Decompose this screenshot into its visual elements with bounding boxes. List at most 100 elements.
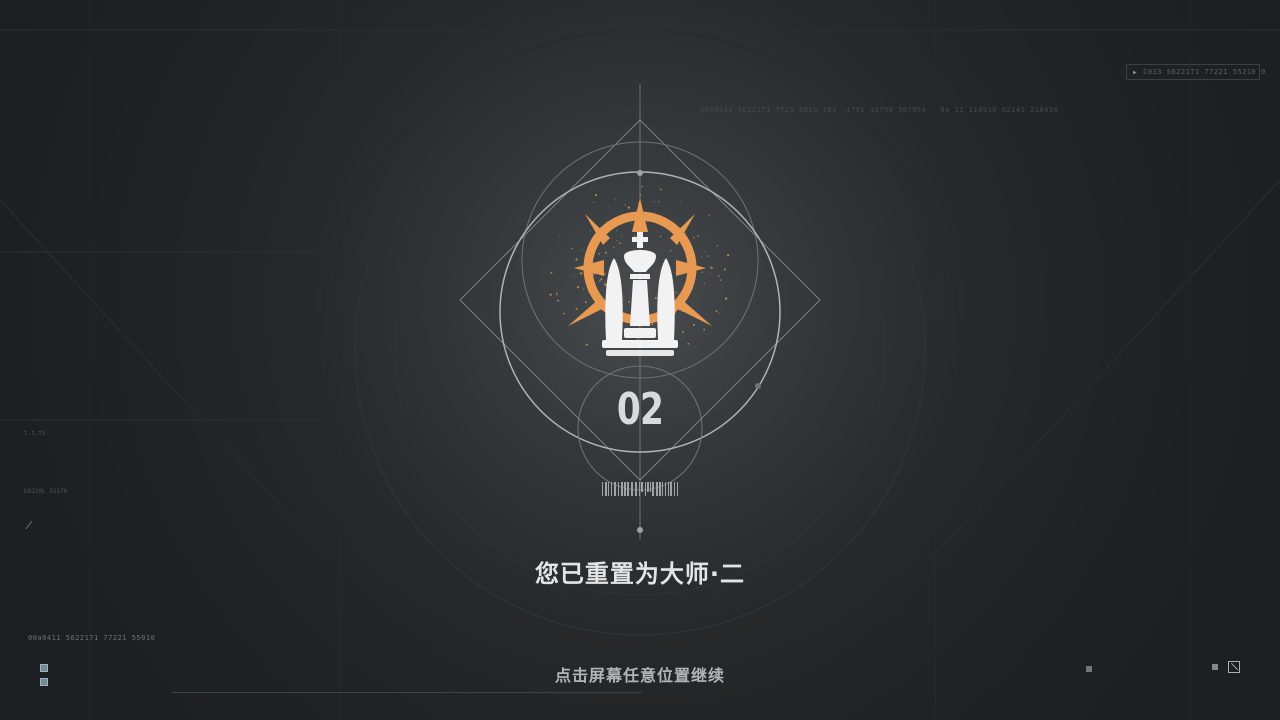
- barcode-bar: [631, 482, 633, 496]
- barcode-bar: [645, 482, 646, 496]
- sparkle-dot: [677, 243, 679, 245]
- sparkle-dot: [624, 204, 626, 206]
- sparkle-dot: [620, 235, 622, 237]
- small-square-icon: [1212, 664, 1218, 670]
- status-square-icon: [40, 678, 48, 686]
- sparkle-dot: [716, 245, 719, 247]
- sparkle-dot: [719, 279, 722, 281]
- sparkle-dot: [600, 278, 603, 281]
- sparkle-dot: [619, 242, 621, 244]
- barcode-bar: [652, 482, 654, 496]
- sparkle-dot: [718, 275, 720, 277]
- sparkle-dot: [604, 272, 606, 274]
- sparkle-dot: [557, 299, 560, 302]
- sparkle-dot: [701, 271, 703, 273]
- sparkle-dot: [572, 275, 574, 277]
- barcode-bar: [618, 482, 619, 496]
- status-square-icon: [40, 664, 48, 672]
- sparkle-dot: [654, 297, 657, 300]
- barcode-bar: [656, 482, 658, 496]
- reset-result-screen[interactable]: 02 您已重置为大师·二 点击屏幕任意位置继续 0000411 5622171 …: [0, 0, 1280, 720]
- sparkle-dot: [585, 343, 588, 346]
- sparkle-dot: [692, 323, 695, 326]
- sparkle-dot: [556, 291, 558, 293]
- sparkle-dot: [606, 221, 608, 223]
- sparkle-dot: [718, 312, 720, 314]
- sparkle-dot: [712, 267, 714, 269]
- sparkle-dot: [634, 235, 636, 237]
- sparkle-dot: [703, 328, 706, 331]
- barcode-bar: [659, 482, 661, 496]
- top-right-code-text: C033 5622171 77221 55210 0: [1143, 68, 1266, 76]
- barcode-bar: [674, 482, 675, 496]
- sparkle-dot: [687, 342, 690, 345]
- sparkle-dot: [593, 201, 595, 204]
- sparkle-dot: [623, 299, 625, 301]
- sparkle-dot: [584, 301, 587, 304]
- expand-corner-icon[interactable]: [1228, 661, 1240, 673]
- sparkle-dot: [598, 253, 600, 255]
- sparkle-dot: [723, 268, 726, 271]
- barcode-bar: [670, 482, 672, 496]
- sparkle-dot: [604, 282, 606, 284]
- sparkle-dot: [697, 235, 699, 237]
- barcode-bar: [602, 482, 603, 496]
- sparkle-dot: [579, 272, 582, 274]
- sparkle-dot: [575, 308, 578, 311]
- sparkle-dot: [707, 255, 709, 257]
- barcode-bar: [635, 482, 637, 496]
- sparkle-dot: [727, 254, 730, 257]
- sparkle-dot: [659, 188, 662, 191]
- sparkle-dot: [628, 301, 630, 303]
- reset-rank-title: 您已重置为大师·二: [534, 560, 746, 588]
- bottom-left-code-text: 00a0411 5622171 77221 55010: [28, 634, 156, 642]
- sparkle-dot: [651, 323, 654, 326]
- tap-to-continue-hint[interactable]: 点击屏幕任意位置继续: [440, 662, 840, 686]
- left-readout-1: t.t.t5: [24, 430, 46, 437]
- sparkle-dot: [641, 185, 643, 188]
- barcode-decoration: [602, 482, 678, 496]
- sparkle-dot: [693, 236, 695, 239]
- barcode-bar: [668, 482, 669, 496]
- top-right-code-box: ▶ C033 5622171 77221 55210 0: [1126, 64, 1265, 80]
- sparkle-dot: [575, 258, 578, 261]
- sparkle-dot: [558, 235, 560, 237]
- rank-number: 02: [616, 384, 664, 435]
- sparkle-dot: [677, 293, 679, 295]
- sparkle-dot: [581, 272, 583, 274]
- sparkle-dot: [616, 240, 618, 242]
- sparkle-dot: [701, 256, 703, 258]
- barcode-bar: [608, 482, 609, 496]
- barcode-bar: [621, 482, 623, 496]
- sparkle-dot: [550, 271, 553, 274]
- sparkle-dot: [715, 310, 718, 313]
- sparkle-dot: [576, 285, 580, 289]
- barcode-bar: [624, 482, 626, 496]
- sparkle-dot: [708, 214, 710, 217]
- barcode-bar: [614, 482, 616, 496]
- sparkle-dot: [670, 249, 672, 252]
- sparkle-dot: [627, 206, 630, 209]
- sparkle-dot: [710, 273, 711, 275]
- chess-king-badge-icon: [549, 185, 730, 356]
- top-code-text: 0000411 5622171 7725 5010 103 -1791 1379…: [700, 106, 1059, 114]
- sparkle-dot: [581, 249, 583, 251]
- sparkle-dot: [594, 193, 598, 197]
- barcode-bar: [605, 482, 607, 496]
- sparkle-dot: [685, 232, 687, 234]
- sparkle-dot: [653, 201, 655, 203]
- sparkle-dot: [703, 282, 705, 284]
- sparkle-dot: [616, 230, 618, 232]
- play-icon: ▶: [1133, 68, 1138, 76]
- sparkle-dot: [593, 273, 595, 276]
- sparkle-dot: [658, 201, 660, 203]
- sparkle-dot: [631, 222, 633, 224]
- sparkle-dot: [675, 291, 677, 294]
- barcode-bar: [662, 482, 663, 496]
- bottom-divider-line: [172, 692, 642, 693]
- sparkle-dot: [659, 235, 662, 238]
- sparkle-dot: [562, 312, 565, 315]
- sparkle-dot: [710, 266, 713, 269]
- sparkle-dot: [615, 199, 617, 201]
- slash-mark-icon: [25, 520, 33, 530]
